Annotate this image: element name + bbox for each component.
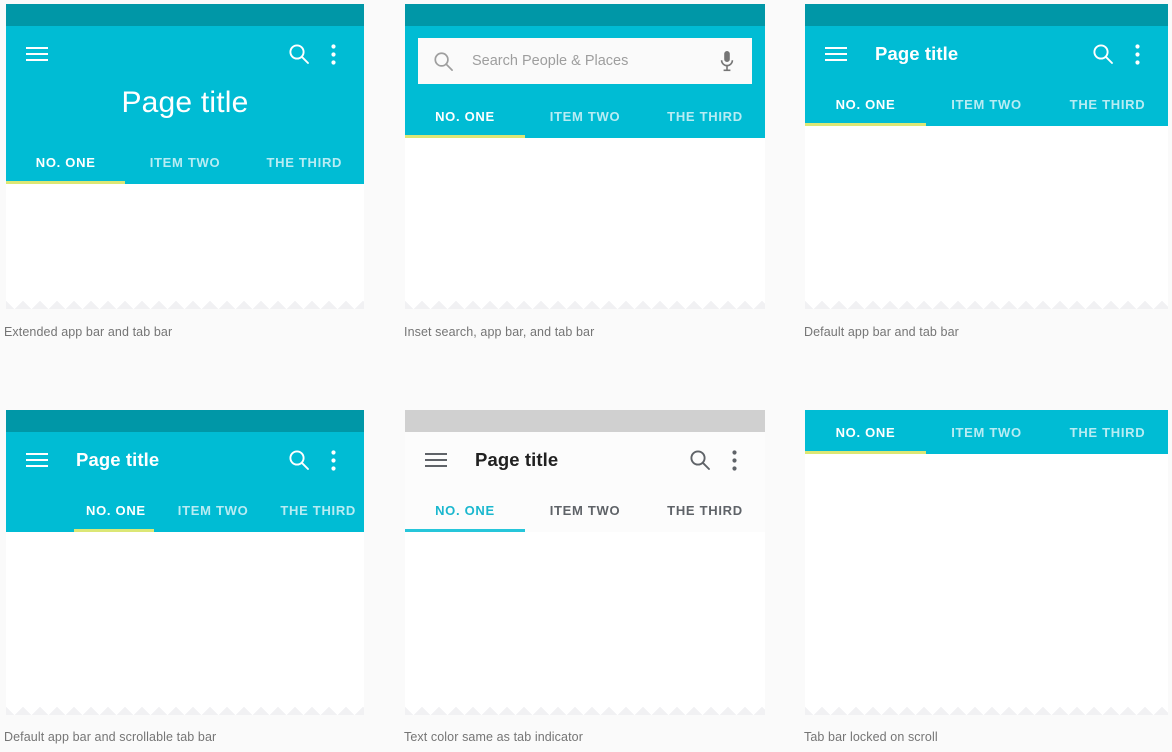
app-bar-row: Page title: [6, 432, 364, 488]
search-icon[interactable]: [432, 50, 454, 72]
app-bar: Page title NO. ONE ITEM TWO THE THIRD: [405, 432, 765, 532]
tab-item-two[interactable]: ITEM TWO: [525, 488, 645, 532]
tab-no-one[interactable]: NO. ONE: [405, 94, 525, 138]
tab-no-one[interactable]: NO. ONE: [805, 82, 926, 126]
content-area: [405, 532, 765, 702]
tab-item-two[interactable]: ITEM TWO: [525, 94, 645, 138]
hamburger-menu-icon[interactable]: [819, 37, 853, 71]
page-title: Page title: [76, 449, 160, 470]
status-bar: [405, 4, 765, 26]
app-bar-row: Page title: [805, 26, 1168, 82]
tab-bar: NO. ONE ITEM TWO THE THIRD: [805, 82, 1168, 126]
panel-default-app-bar: Page title NO. ONE ITEM TWO THE THIRD: [805, 4, 1168, 309]
torn-edge: [405, 702, 765, 715]
overflow-menu-icon[interactable]: [1120, 37, 1154, 71]
content-area: [6, 532, 364, 702]
tab-indicator: [805, 451, 926, 454]
tab-indicator: [405, 135, 525, 138]
tab-bar-scrollable[interactable]: NO. ONE ITEM TWO THE THIRD: [6, 488, 364, 532]
content-area: [805, 126, 1168, 299]
panel-tab-bar-locked: NO. ONE ITEM TWO THE THIRD: [805, 410, 1168, 715]
tab-item-two[interactable]: ITEM TWO: [125, 140, 244, 184]
tab-item-two[interactable]: ITEM TWO: [926, 82, 1047, 126]
content-area: [405, 138, 765, 303]
app-bar: Page title NO. ONE ITEM TWO THE THIRD: [805, 26, 1168, 126]
app-bar-row: Page title: [405, 432, 765, 488]
panel-scrollable-tab-bar: Page title NO. ONE ITEM TWO THE THIRD: [6, 410, 364, 715]
panel-caption-inset-search: Inset search, app bar, and tab bar: [404, 325, 595, 339]
tab-bar: NO. ONE ITEM TWO THE THIRD: [6, 140, 364, 184]
search-icon[interactable]: [282, 37, 316, 71]
page-title: Page title: [875, 43, 959, 64]
status-bar: [405, 410, 765, 432]
panel-caption-light-app-bar: Text color same as tab indicator: [404, 730, 583, 744]
app-bar: Search People & Places NO. ONE ITEM TWO …: [405, 26, 765, 138]
tab-item-two[interactable]: ITEM TWO: [926, 410, 1047, 454]
panel-caption-tab-bar-locked: Tab bar locked on scroll: [804, 730, 938, 744]
tab-bar: NO. ONE ITEM TWO THE THIRD: [405, 94, 765, 138]
tab-indicator: [6, 181, 126, 184]
tab-indicator: [805, 123, 926, 126]
app-bar-row: [6, 26, 364, 82]
content-area: [6, 184, 364, 302]
tab-the-third[interactable]: THE THIRD: [1047, 410, 1168, 454]
search-input[interactable]: Search People & Places: [418, 38, 752, 84]
page-title: Page title: [121, 86, 249, 119]
page-title: Page title: [475, 449, 559, 470]
content-area: [805, 454, 1168, 708]
search-bar-wrapper: Search People & Places: [405, 26, 765, 94]
panel-extended-app-bar: Page title NO. ONE ITEM TWO THE THIRD: [6, 4, 364, 309]
overflow-menu-icon[interactable]: [316, 443, 350, 477]
panel-inset-search: Search People & Places NO. ONE ITEM TWO …: [405, 4, 765, 309]
tab-the-third[interactable]: THE THIRD: [645, 488, 765, 532]
search-placeholder: Search People & Places: [472, 53, 629, 69]
app-bar: NO. ONE ITEM TWO THE THIRD: [805, 410, 1168, 454]
spec-sheet: Page title NO. ONE ITEM TWO THE THIRD Ex…: [0, 0, 1172, 752]
overflow-menu-icon[interactable]: [316, 37, 350, 71]
tab-indicator: [74, 529, 154, 532]
tab-the-third[interactable]: THE THIRD: [245, 140, 364, 184]
torn-edge: [6, 702, 364, 715]
status-bar: [805, 4, 1168, 26]
panel-caption-scrollable: Default app bar and scrollable tab bar: [4, 730, 217, 744]
tab-no-one[interactable]: NO. ONE: [6, 140, 125, 184]
status-bar: [6, 4, 364, 26]
hamburger-menu-icon[interactable]: [419, 443, 453, 477]
panel-caption-extended: Extended app bar and tab bar: [4, 325, 173, 339]
tab-bar: NO. ONE ITEM TWO THE THIRD: [405, 488, 765, 532]
search-icon[interactable]: [282, 443, 316, 477]
app-bar: Page title NO. ONE ITEM TWO THE THIRD: [6, 26, 364, 184]
microphone-icon[interactable]: [716, 49, 738, 73]
search-icon[interactable]: [1086, 37, 1120, 71]
tab-the-third[interactable]: THE THIRD: [1047, 82, 1168, 126]
tab-the-third[interactable]: THE THIRD: [264, 488, 364, 532]
tab-no-one[interactable]: NO. ONE: [405, 488, 525, 532]
tab-no-one[interactable]: NO. ONE: [805, 410, 926, 454]
overflow-menu-icon[interactable]: [717, 443, 751, 477]
app-bar: Page title NO. ONE ITEM TWO THE THIRD: [6, 432, 364, 532]
panel-light-app-bar: Page title NO. ONE ITEM TWO THE THIRD: [405, 410, 765, 715]
search-icon[interactable]: [683, 443, 717, 477]
panel-caption-default-app-bar: Default app bar and tab bar: [804, 325, 959, 339]
hamburger-menu-icon[interactable]: [20, 37, 54, 71]
status-bar: [6, 410, 364, 432]
hamburger-menu-icon[interactable]: [20, 443, 54, 477]
tab-no-one[interactable]: NO. ONE: [70, 488, 162, 532]
tab-indicator: [405, 529, 525, 532]
tab-item-two[interactable]: ITEM TWO: [162, 488, 265, 532]
tab-bar: NO. ONE ITEM TWO THE THIRD: [805, 410, 1168, 454]
tab-the-third[interactable]: THE THIRD: [645, 94, 765, 138]
